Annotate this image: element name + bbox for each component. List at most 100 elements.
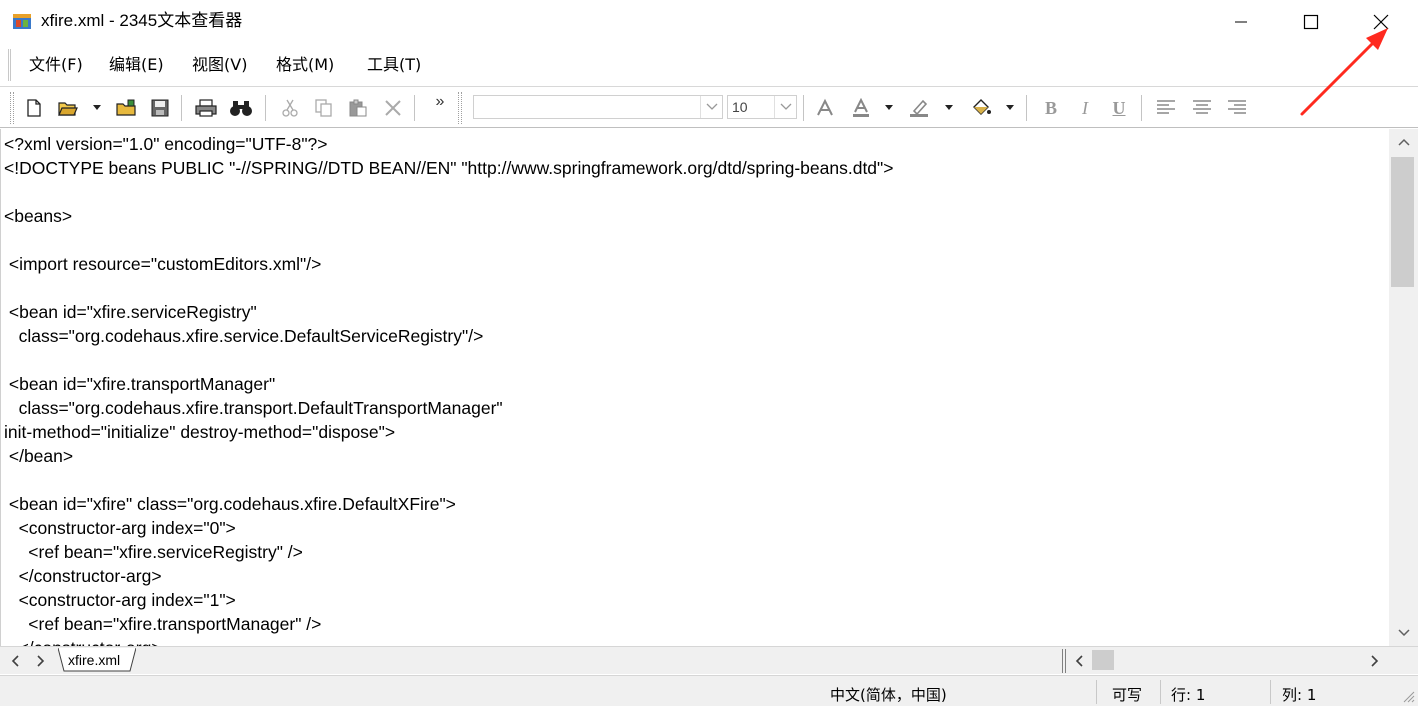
chevron-right-icon bbox=[37, 655, 45, 667]
code-line[interactable]: class="org.codehaus.xfire.transport.Defa… bbox=[4, 396, 893, 420]
scroll-right-button[interactable] bbox=[1362, 647, 1388, 674]
code-line[interactable]: <constructor-arg index="0"> bbox=[4, 516, 893, 540]
align-left-button[interactable] bbox=[1153, 95, 1179, 121]
print-button[interactable] bbox=[193, 95, 219, 121]
text-editor[interactable]: <?xml version="1.0" encoding="UTF-8"?> <!… bbox=[0, 129, 1389, 646]
chevron-down-icon bbox=[780, 103, 791, 110]
code-line[interactable] bbox=[4, 348, 893, 372]
code-line[interactable] bbox=[4, 228, 893, 252]
vertical-scrollbar[interactable] bbox=[1389, 129, 1418, 646]
maximize-icon bbox=[1303, 14, 1319, 29]
font-name-dropdown[interactable] bbox=[700, 96, 722, 118]
code-line[interactable] bbox=[4, 276, 893, 300]
font-color-icon bbox=[853, 98, 869, 117]
font-name-combo[interactable] bbox=[473, 95, 723, 119]
scroll-down-button[interactable] bbox=[1389, 620, 1418, 646]
copy-icon bbox=[315, 99, 332, 117]
italic-icon: I bbox=[1082, 97, 1088, 118]
code-line[interactable]: </bean> bbox=[4, 444, 893, 468]
copy-button[interactable] bbox=[311, 95, 337, 121]
status-separator bbox=[1160, 680, 1161, 704]
code-line[interactable]: <beans> bbox=[4, 204, 893, 228]
save-button[interactable] bbox=[147, 95, 173, 121]
document-tab-bar: xfire.xml bbox=[0, 646, 1418, 674]
new-file-button[interactable] bbox=[21, 95, 47, 121]
chevron-down-icon bbox=[1397, 629, 1410, 637]
find-button[interactable] bbox=[228, 95, 254, 121]
code-content[interactable]: <?xml version="1.0" encoding="UTF-8"?> <!… bbox=[4, 132, 893, 646]
align-right-button[interactable] bbox=[1224, 95, 1250, 121]
horizontal-scroll-thumb[interactable] bbox=[1092, 650, 1114, 670]
code-line[interactable] bbox=[4, 180, 893, 204]
maximize-button[interactable] bbox=[1276, 0, 1346, 43]
resize-grip-icon[interactable] bbox=[1401, 689, 1415, 703]
bold-button[interactable]: B bbox=[1038, 95, 1064, 121]
code-line[interactable]: init-method="initialize" destroy-method=… bbox=[4, 420, 893, 444]
vertical-scroll-thumb[interactable] bbox=[1391, 157, 1414, 287]
code-line[interactable]: <import resource="customEditors.xml"/> bbox=[4, 252, 893, 276]
code-line[interactable]: </constructor-arg> bbox=[4, 564, 893, 588]
code-line[interactable]: <bean id="xfire.serviceRegistry" bbox=[4, 300, 893, 324]
binoculars-icon bbox=[230, 101, 252, 116]
toolbar-separator bbox=[1141, 95, 1142, 121]
paint-bucket-icon bbox=[973, 99, 991, 115]
font-color-button[interactable] bbox=[848, 95, 874, 121]
code-line[interactable]: <constructor-arg index="1"> bbox=[4, 588, 893, 612]
chevron-down-icon bbox=[706, 103, 717, 110]
highlighter-icon bbox=[910, 99, 928, 117]
font-button[interactable] bbox=[812, 95, 838, 121]
italic-button[interactable]: I bbox=[1072, 95, 1098, 121]
menu-view[interactable]: 视图(V) bbox=[192, 55, 247, 75]
font-a-icon bbox=[817, 98, 833, 116]
fill-color-button[interactable] bbox=[968, 95, 994, 121]
code-line[interactable]: <?xml version="1.0" encoding="UTF-8"?> bbox=[4, 132, 893, 156]
scissors-icon bbox=[282, 99, 298, 117]
highlight-dropdown[interactable] bbox=[945, 105, 953, 110]
bold-icon: B bbox=[1044, 97, 1057, 118]
code-line[interactable]: <ref bean="xfire.serviceRegistry" /> bbox=[4, 540, 893, 564]
scroll-up-button[interactable] bbox=[1389, 129, 1418, 155]
horizontal-scrollbar[interactable] bbox=[1066, 647, 1388, 674]
code-line[interactable]: <!DOCTYPE beans PUBLIC "-//SPRING//DTD B… bbox=[4, 156, 893, 180]
align-left-icon bbox=[1157, 100, 1175, 114]
close-icon bbox=[1373, 14, 1389, 29]
menu-edit[interactable]: 编辑(E) bbox=[109, 55, 164, 75]
minimize-button[interactable] bbox=[1206, 0, 1276, 43]
font-color-dropdown[interactable] bbox=[885, 105, 893, 110]
chevron-up-icon bbox=[1397, 138, 1410, 146]
cut-button[interactable] bbox=[277, 95, 303, 121]
code-line[interactable]: </constructor-arg> bbox=[4, 636, 893, 646]
status-encoding: 中文(简体，中国) bbox=[830, 686, 947, 704]
code-line[interactable] bbox=[4, 468, 893, 492]
scroll-left-button[interactable] bbox=[1066, 647, 1092, 674]
tab-scroll-left-button[interactable] bbox=[6, 651, 24, 671]
underline-icon: U bbox=[1112, 97, 1126, 118]
code-line[interactable]: <bean id="xfire.transportManager" bbox=[4, 372, 893, 396]
toolbar-more-button[interactable]: » bbox=[427, 89, 453, 115]
folder-icon bbox=[116, 99, 136, 116]
tab-xfire-xml[interactable]: xfire.xml bbox=[58, 648, 136, 672]
open-file-button[interactable] bbox=[55, 95, 81, 121]
status-mode: 可写 bbox=[1112, 686, 1143, 704]
font-size-dropdown[interactable] bbox=[774, 96, 796, 118]
open-folder-button[interactable] bbox=[113, 95, 139, 121]
code-line[interactable]: <ref bean="xfire.transportManager" /> bbox=[4, 612, 893, 636]
open-dropdown-arrow[interactable] bbox=[93, 105, 101, 110]
close-button[interactable] bbox=[1346, 0, 1416, 43]
tab-scroll-right-button[interactable] bbox=[32, 651, 50, 671]
save-icon bbox=[151, 99, 169, 117]
menu-format[interactable]: 格式(M) bbox=[276, 55, 334, 75]
toolbar-separator bbox=[803, 95, 804, 121]
chevron-right-icon bbox=[1371, 654, 1379, 667]
fill-color-dropdown[interactable] bbox=[1006, 105, 1014, 110]
code-line[interactable]: class="org.codehaus.xfire.service.Defaul… bbox=[4, 324, 893, 348]
font-size-combo[interactable]: 10 bbox=[727, 95, 797, 119]
paste-button[interactable] bbox=[345, 95, 371, 121]
code-line[interactable]: <bean id="xfire" class="org.codehaus.xfi… bbox=[4, 492, 893, 516]
menu-tools[interactable]: 工具(T) bbox=[367, 55, 421, 75]
align-center-button[interactable] bbox=[1189, 95, 1215, 121]
highlight-button[interactable] bbox=[906, 95, 932, 121]
menu-file[interactable]: 文件(F) bbox=[29, 55, 83, 75]
underline-button[interactable]: U bbox=[1106, 95, 1132, 121]
delete-button[interactable] bbox=[380, 95, 406, 121]
